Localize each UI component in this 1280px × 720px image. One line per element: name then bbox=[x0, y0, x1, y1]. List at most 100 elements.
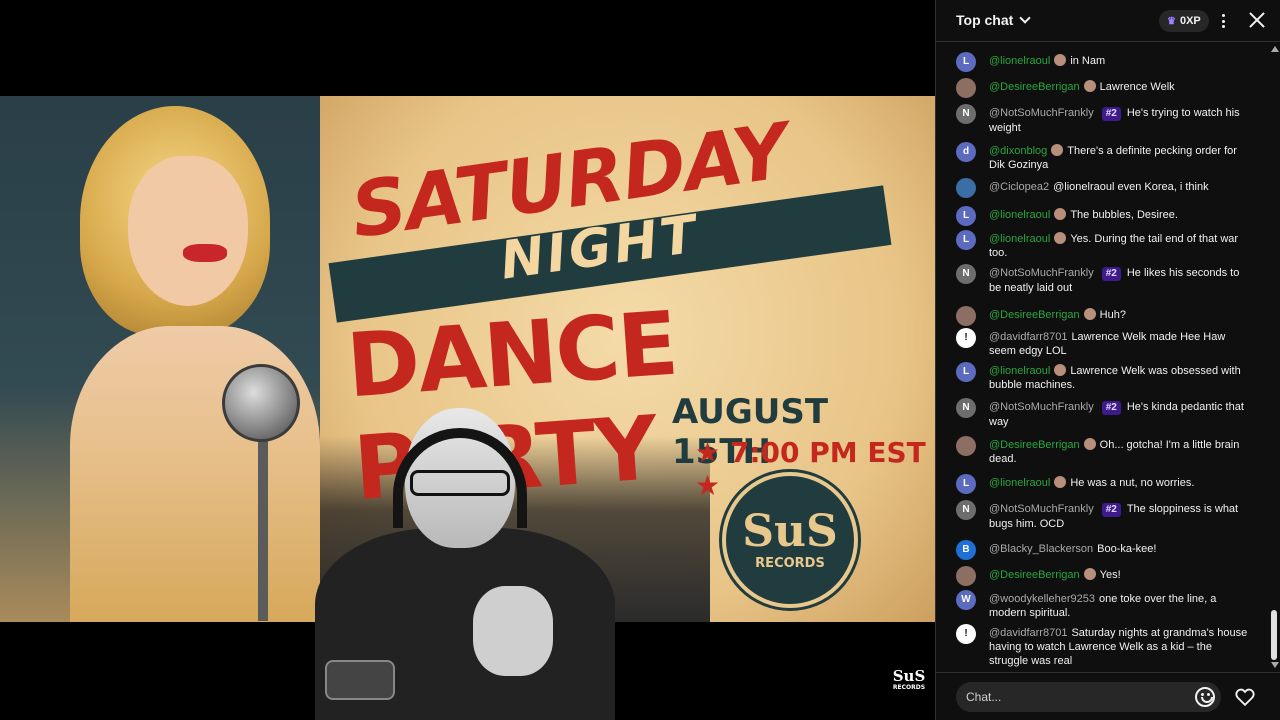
message-author[interactable]: @NotSoMuchFrankly bbox=[989, 107, 1094, 119]
avatar[interactable]: W bbox=[956, 590, 976, 610]
message-author[interactable]: @lionelraoul bbox=[989, 209, 1050, 221]
user-badge-icon bbox=[1054, 364, 1067, 376]
user-badge-icon bbox=[1054, 232, 1067, 244]
message-body: @Blacky_Blackerson Boo-ka-kee! bbox=[989, 542, 1254, 556]
message-author[interactable]: @lionelraoul bbox=[989, 365, 1050, 377]
xp-button[interactable]: ♛ 0XP bbox=[1159, 10, 1209, 32]
chat-input[interactable] bbox=[956, 682, 1221, 712]
webcam-person-hand bbox=[473, 586, 553, 676]
message-body: @lionelraoul The bubbles, Desiree. bbox=[989, 208, 1254, 222]
message-body: @NotSoMuchFrankly #2 He likes his seconds … bbox=[989, 266, 1254, 295]
singer-face bbox=[128, 156, 248, 306]
avatar[interactable] bbox=[956, 178, 976, 198]
avatar[interactable]: N bbox=[956, 264, 976, 284]
message-author[interactable]: @lionelraoul bbox=[989, 55, 1050, 67]
watermark-text: SuS bbox=[892, 667, 926, 685]
avatar[interactable]: N bbox=[956, 398, 976, 418]
avatar[interactable] bbox=[956, 78, 976, 98]
user-badge-icon bbox=[1054, 476, 1067, 488]
message-author[interactable]: @lionelraoul bbox=[989, 233, 1050, 245]
message-author[interactable]: @DesireeBerrigan bbox=[989, 569, 1080, 581]
message-body: @NotSoMuchFrankly #2 He's trying to watch … bbox=[989, 106, 1254, 135]
sus-records-logo: SuS RECORDS bbox=[719, 469, 861, 611]
message-author[interactable]: @DesireeBerrigan bbox=[989, 439, 1080, 451]
scroll-down-icon[interactable] bbox=[1271, 662, 1279, 668]
message-author[interactable]: @woodykelleher9253 bbox=[989, 593, 1095, 605]
message-body: @DesireeBerrigan Lawrence Welk bbox=[989, 80, 1254, 94]
message-text: He was a nut, no worries. bbox=[1070, 477, 1195, 489]
chat-message-list: L @lionelraoul in Nam @DesireeBerrigan Lawre… bbox=[936, 46, 1269, 670]
avatar[interactable]: N bbox=[956, 104, 976, 124]
member-rank-badge: #2 bbox=[1101, 401, 1121, 415]
chevron-down-icon bbox=[1019, 12, 1031, 24]
more-options-icon[interactable] bbox=[1219, 11, 1227, 31]
message-author[interactable]: @Ciclopea2 bbox=[989, 181, 1049, 193]
avatar[interactable]: B bbox=[956, 540, 976, 560]
chat-input-bar bbox=[936, 672, 1280, 720]
message-body: @lionelraoul Yes. During the tail end of … bbox=[989, 232, 1254, 260]
phone-icon bbox=[325, 660, 395, 700]
message-text: @lionelraoul even Korea, i think bbox=[1053, 181, 1209, 193]
message-author[interactable]: @NotSoMuchFrankly bbox=[989, 503, 1094, 515]
video-player[interactable]: SATURDAY NIGHT DANCE PARTY AUGUST 15TH ★… bbox=[0, 0, 935, 720]
avatar[interactable]: d bbox=[956, 142, 976, 162]
message-author[interactable]: @NotSoMuchFrankly bbox=[989, 267, 1094, 279]
message-author[interactable]: @DesireeBerrigan bbox=[989, 309, 1080, 321]
message-author[interactable]: @DesireeBerrigan bbox=[989, 81, 1080, 93]
watermark-subtext: RECORDS bbox=[892, 684, 926, 691]
user-badge-icon bbox=[1083, 308, 1096, 320]
scroll-up-icon[interactable] bbox=[1271, 46, 1279, 52]
logo-subtext: RECORDS bbox=[755, 555, 825, 571]
avatar[interactable]: L bbox=[956, 362, 976, 382]
user-badge-icon bbox=[1051, 144, 1064, 156]
message-body: @NotSoMuchFrankly #2 The sloppiness is wha… bbox=[989, 502, 1254, 531]
avatar[interactable] bbox=[956, 436, 976, 456]
message-author[interactable]: @NotSoMuchFrankly bbox=[989, 401, 1094, 413]
avatar[interactable] bbox=[956, 566, 976, 586]
message-author[interactable]: @lionelraoul bbox=[989, 477, 1050, 489]
scroll-thumb[interactable] bbox=[1271, 610, 1277, 660]
chat-mode-dropdown[interactable]: Top chat bbox=[956, 12, 1031, 28]
microphone-icon bbox=[222, 364, 300, 442]
avatar[interactable] bbox=[956, 306, 976, 326]
message-body: @DesireeBerrigan Huh? bbox=[989, 308, 1254, 322]
message-body: @woodykelleher9253 one toke over the line… bbox=[989, 592, 1254, 620]
microphone-stand bbox=[258, 441, 268, 621]
message-text: in Nam bbox=[1070, 55, 1106, 67]
chat-header: Top chat ♛ 0XP bbox=[936, 0, 1280, 42]
message-author[interactable]: @davidfarr8701 bbox=[989, 627, 1067, 639]
message-author[interactable]: @Blacky_Blackerson bbox=[989, 543, 1093, 555]
avatar[interactable]: L bbox=[956, 474, 976, 494]
message-body: @lionelraoul Lawrence Welk was obsessed w… bbox=[989, 364, 1254, 392]
avatar[interactable]: L bbox=[956, 52, 976, 72]
message-body: @DesireeBerrigan Oh... gotcha! I'm a litt… bbox=[989, 438, 1254, 466]
avatar[interactable]: L bbox=[956, 230, 976, 250]
avatar[interactable]: ! bbox=[956, 624, 976, 644]
emoji-icon[interactable] bbox=[1195, 687, 1215, 707]
user-badge-icon bbox=[1083, 438, 1096, 450]
chat-scrollbar[interactable] bbox=[1269, 44, 1279, 670]
message-body: @davidfarr8701 Saturday nights at grandma… bbox=[989, 626, 1254, 668]
member-rank-badge: #2 bbox=[1101, 267, 1121, 281]
message-author[interactable]: @dixonblog bbox=[989, 145, 1047, 157]
message-author[interactable]: @davidfarr8701 bbox=[989, 331, 1067, 343]
message-body: @dixonblog There's a definite pecking ord… bbox=[989, 144, 1254, 172]
message-body: @davidfarr8701 Lawrence Welk made Hee Haw… bbox=[989, 330, 1254, 358]
close-icon[interactable] bbox=[1248, 11, 1266, 29]
message-body: @Ciclopea2 @lionelraoul even Korea, i thi… bbox=[989, 180, 1254, 194]
webcam-overlay bbox=[305, 408, 620, 720]
xp-value: 0XP bbox=[1179, 15, 1201, 27]
chat-mode-label: Top chat bbox=[956, 12, 1014, 28]
channel-watermark[interactable]: SuS RECORDS bbox=[892, 668, 926, 698]
member-rank-badge: #2 bbox=[1101, 503, 1121, 517]
avatar[interactable]: ! bbox=[956, 328, 976, 348]
poster-singer-panel bbox=[0, 96, 320, 622]
avatar[interactable]: N bbox=[956, 500, 976, 520]
message-text: Boo-ka-kee! bbox=[1097, 543, 1157, 555]
user-badge-icon bbox=[1054, 54, 1067, 66]
message-body: @lionelraoul He was a nut, no worries. bbox=[989, 476, 1254, 490]
avatar[interactable]: L bbox=[956, 206, 976, 226]
message-text: Huh? bbox=[1099, 309, 1126, 321]
user-badge-icon bbox=[1083, 568, 1096, 580]
heart-icon[interactable] bbox=[1234, 686, 1256, 708]
